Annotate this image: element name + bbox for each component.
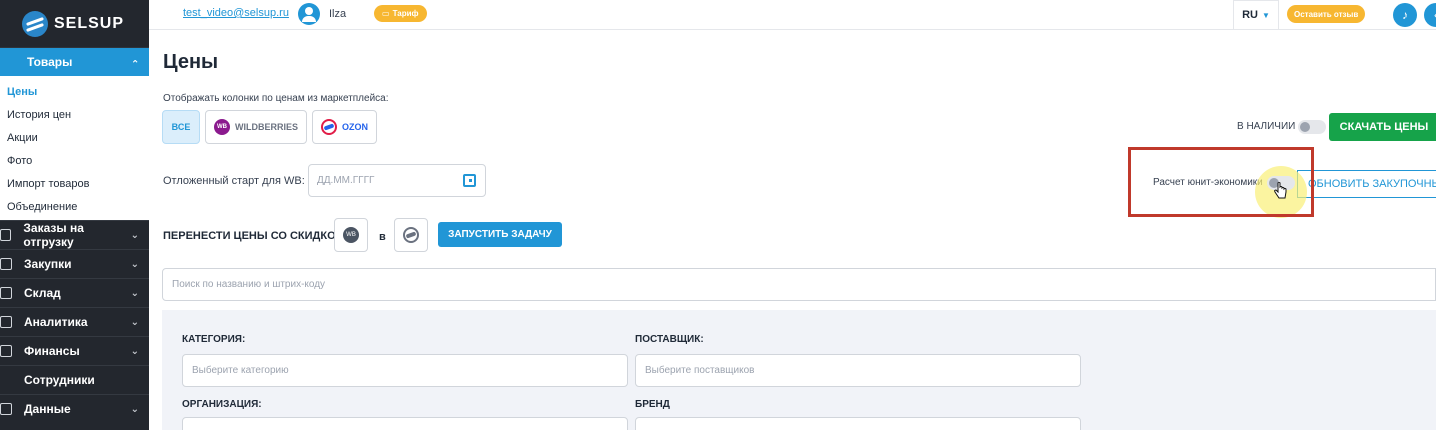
top-bar: test_video@selsup.ru Ilza ▭ Тариф RU ▼ О…	[149, 0, 1436, 30]
sidebar-item-orders[interactable]: Заказы на отгрузку ⌄	[0, 220, 149, 249]
sidebar-subitem-promotions[interactable]: Акции	[0, 126, 149, 149]
username: Ilza	[329, 8, 347, 20]
sidebar-item-label: Данные	[24, 402, 71, 416]
chevron-down-icon: ⌄	[130, 258, 139, 270]
brand-label: БРЕНД	[635, 399, 670, 410]
page-title: Цены	[163, 51, 219, 73]
chevron-down-icon: ▼	[1261, 10, 1270, 20]
orders-icon	[0, 229, 12, 241]
delayed-start-date-input[interactable]: ДД.ММ.ГГГГ	[308, 164, 486, 197]
user-email-link[interactable]: test_video@selsup.ru	[183, 7, 289, 19]
marketplace-ozon-button[interactable]: OZON	[312, 110, 377, 144]
sidebar-item-products[interactable]: Товары ⌄	[0, 48, 149, 76]
sidebar-item-analytics[interactable]: Аналитика ⌄	[0, 307, 149, 336]
ozon-icon	[403, 227, 419, 243]
chevron-down-icon: ⌄	[130, 316, 139, 328]
marketplace-all-label: ВСЕ	[171, 122, 191, 132]
cart-icon	[0, 258, 12, 270]
sidebar-subitem-merge[interactable]: Объединение	[0, 195, 149, 218]
chevron-down-icon: ⌄	[130, 229, 139, 241]
data-icon	[0, 403, 12, 415]
tariff-button[interactable]: ▭ Тариф	[374, 5, 427, 22]
supplier-select[interactable]: Выберите поставщиков	[635, 354, 1081, 387]
sidebar-subitem-photo[interactable]: Фото	[0, 149, 149, 172]
sidebar-item-warehouse[interactable]: Склад ⌄	[0, 278, 149, 307]
update-purchase-prices-button[interactable]: ОБНОВИТЬ ЗАКУПОЧНЫЕ	[1297, 170, 1436, 198]
marketplace-columns-label: Отображать колонки по ценам из маркетпле…	[163, 93, 389, 104]
sidebar-item-label: Закупки	[24, 257, 72, 271]
supplier-placeholder: Выберите поставщиков	[645, 365, 755, 376]
wildberries-icon: WB	[214, 119, 230, 135]
marketplace-wb-label: WILDBERRIES	[235, 122, 298, 132]
marketplace-all-button[interactable]: ВСЕ	[162, 110, 200, 144]
filters-panel: КАТЕГОРИЯ: Выберите категорию ПОСТАВЩИК:…	[162, 310, 1436, 430]
brand-select[interactable]	[635, 417, 1081, 430]
logo-icon	[22, 10, 48, 37]
analytics-icon	[0, 316, 12, 328]
highlight-frame	[1128, 147, 1314, 217]
marketplace-wildberries-button[interactable]: WB WILDBERRIES	[205, 110, 307, 144]
chevron-up-icon: ⌄	[130, 56, 139, 68]
organization-label: ОРГАНИЗАЦИЯ:	[182, 399, 262, 410]
tariff-label: Тариф	[392, 9, 419, 18]
sidebar-item-employees[interactable]: Сотрудники	[0, 365, 149, 394]
run-task-button[interactable]: ЗАПУСТИТЬ ЗАДАЧУ	[438, 222, 562, 247]
in-stock-label: В НАЛИЧИИ	[1237, 121, 1296, 132]
download-prices-button[interactable]: СКАЧАТЬ ЦЕНЫ	[1329, 113, 1436, 141]
marketplace-ozon-label: OZON	[342, 122, 368, 132]
leave-review-button[interactable]: Оставить отзыв	[1287, 5, 1366, 23]
logo-text: SELSUP	[54, 14, 125, 32]
supplier-label: ПОСТАВЩИК:	[635, 334, 704, 345]
category-select[interactable]: Выберите категорию	[182, 354, 628, 387]
search-placeholder: Поиск по названию и штрих-коду	[172, 279, 326, 290]
delayed-start-label: Отложенный старт для WB:	[163, 175, 305, 187]
search-input[interactable]: Поиск по названию и штрих-коду	[162, 268, 1436, 301]
main-content: Цены Отображать колонки по ценам из марк…	[149, 30, 1436, 430]
warehouse-icon	[0, 287, 12, 299]
transfer-to-label: в	[379, 231, 386, 243]
organization-select[interactable]	[182, 417, 628, 430]
sidebar-subitem-price-history[interactable]: История цен	[0, 103, 149, 126]
sidebar-item-label: Аналитика	[24, 315, 88, 329]
logo[interactable]: SELSUP	[0, 0, 149, 48]
in-stock-toggle[interactable]	[1298, 120, 1326, 134]
language-value: RU	[1242, 9, 1258, 21]
chevron-down-icon: ⌄	[130, 403, 139, 415]
category-placeholder: Выберите категорию	[192, 365, 289, 376]
sidebar-item-label: Финансы	[24, 344, 80, 358]
finance-icon	[0, 345, 12, 357]
user-avatar-icon[interactable]	[298, 3, 320, 25]
sidebar-item-label: Товары	[27, 55, 73, 69]
chevron-down-icon: ⌄	[130, 345, 139, 357]
arrow-left-icon[interactable]: ‹	[1424, 3, 1436, 27]
sidebar-item-purchases[interactable]: Закупки ⌄	[0, 249, 149, 278]
sidebar-item-data[interactable]: Данные ⌄	[0, 394, 149, 423]
transfer-to-ozon-button[interactable]	[394, 218, 428, 252]
sidebar-subitem-prices[interactable]: Цены	[0, 80, 149, 103]
ozon-icon	[321, 119, 337, 135]
chevron-down-icon: ⌄	[130, 287, 139, 299]
bell-icon[interactable]: ♪	[1393, 3, 1417, 27]
calendar-icon[interactable]	[463, 174, 476, 187]
sidebar-item-finance[interactable]: Финансы ⌄	[0, 336, 149, 365]
wildberries-icon: WB	[343, 227, 359, 243]
sidebar-subitem-import[interactable]: Импорт товаров	[0, 172, 149, 195]
sidebar: SELSUP Товары ⌄ Цены История цен Акции Ф…	[0, 0, 149, 430]
card-icon: ▭	[382, 9, 390, 18]
sidebar-item-label: Заказы на отгрузку	[23, 221, 84, 249]
sidebar-item-label: Склад	[24, 286, 61, 300]
date-placeholder: ДД.ММ.ГГГГ	[317, 175, 375, 186]
products-submenu: Цены История цен Акции Фото Импорт товар…	[0, 76, 149, 220]
category-label: КАТЕГОРИЯ:	[182, 334, 246, 345]
sidebar-item-label: Сотрудники	[24, 373, 95, 387]
transfer-from-wb-button[interactable]: WB	[334, 218, 368, 252]
transfer-prices-label: ПЕРЕНЕСТИ ЦЕНЫ СО СКИДКОЙ С	[163, 230, 355, 242]
language-select[interactable]: RU ▼	[1233, 0, 1279, 30]
